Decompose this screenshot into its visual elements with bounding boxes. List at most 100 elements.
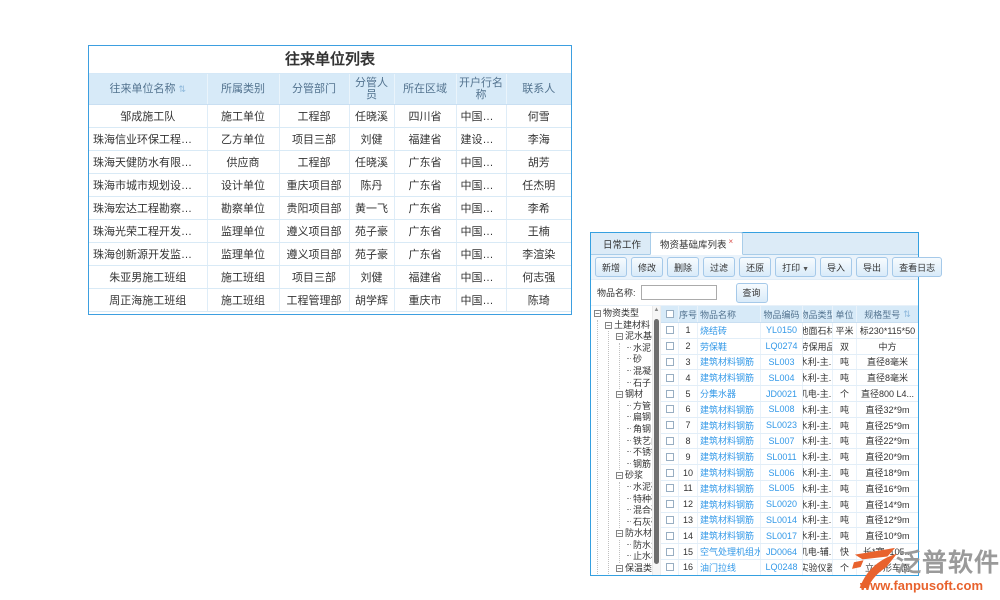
item-code-link[interactable]: SL004 — [761, 370, 803, 385]
item-name-link[interactable]: 分集水器 — [698, 386, 761, 401]
item-code-link[interactable]: LQ0248 — [761, 560, 803, 575]
manager-link[interactable]: 苑子豪 — [349, 242, 394, 265]
collapse-icon[interactable]: − — [605, 322, 612, 329]
item-name-input[interactable] — [641, 285, 717, 300]
sort-icon[interactable]: ⇅ — [178, 84, 186, 94]
manager-link[interactable]: 黄一飞 — [349, 196, 394, 219]
scrollbar-thumb[interactable] — [654, 319, 659, 564]
unit-name-link[interactable]: 珠海光荣工程开发建立有限... — [89, 219, 207, 242]
manager-link[interactable]: 刘健 — [349, 265, 394, 288]
item-name-link[interactable]: 烧结砖 — [698, 323, 761, 338]
collapse-icon[interactable]: − — [594, 310, 601, 317]
select-all-checkbox[interactable] — [666, 310, 674, 318]
item-name-link[interactable]: 建筑材料钢筋 — [698, 370, 761, 385]
row-checkbox[interactable] — [666, 516, 674, 524]
tab-daily-work[interactable]: 日常工作 — [594, 233, 650, 254]
item-name-link[interactable]: 建筑材料钢筋 — [698, 528, 761, 543]
toolbar-button-5[interactable]: 还原 — [739, 257, 771, 277]
row-checkbox[interactable] — [666, 405, 674, 413]
tree-scrollbar[interactable]: ▲ — [653, 306, 661, 575]
row-checkbox[interactable] — [666, 484, 674, 492]
query-button[interactable]: 查询 — [736, 283, 768, 303]
row-checkbox[interactable] — [666, 342, 674, 350]
item-name-link[interactable]: 建筑材料钢筋 — [698, 465, 761, 480]
tree-item[interactable]: −防水材料 — [616, 528, 652, 540]
item-code-link[interactable]: SL008 — [761, 402, 803, 417]
tree-item[interactable]: 角钢 — [627, 424, 652, 436]
contacts-column-header[interactable]: 所在区域 — [394, 74, 456, 104]
materials-column-header[interactable]: 物品名称 — [698, 306, 761, 322]
item-name-link[interactable]: 建筑材料钢筋 — [698, 497, 761, 512]
row-checkbox[interactable] — [666, 563, 674, 571]
unit-name-link[interactable]: 周正海施工班组 — [89, 288, 207, 311]
item-name-link[interactable]: 建筑材料钢筋 — [698, 418, 761, 433]
collapse-icon[interactable]: − — [616, 391, 623, 398]
tree-item[interactable]: 铁艺门 — [627, 436, 652, 448]
manager-link[interactable]: 苑子豪 — [349, 219, 394, 242]
item-code-link[interactable]: SL003 — [761, 355, 803, 370]
tree-item[interactable]: 防水涂料 — [627, 540, 652, 552]
item-name-link[interactable]: 建筑材料钢筋 — [698, 355, 761, 370]
tree-item[interactable]: −泥水基材 — [616, 331, 652, 343]
tree-item[interactable]: −土建材料 — [605, 320, 652, 332]
manager-link[interactable]: 陈丹 — [349, 173, 394, 196]
item-code-link[interactable]: SL0023 — [761, 418, 803, 433]
manager-link[interactable]: 任晓溪 — [349, 150, 394, 173]
toolbar-button-9[interactable]: 查看日志 — [892, 257, 942, 277]
item-name-link[interactable]: 建筑材料钢筋 — [698, 449, 761, 464]
collapse-icon[interactable]: − — [616, 472, 623, 479]
materials-column-header[interactable]: 序号 — [679, 306, 698, 322]
contacts-column-header[interactable]: 分管人员 — [349, 74, 394, 104]
scroll-up-icon[interactable]: ▲ — [653, 306, 660, 315]
item-code-link[interactable]: YL0150 — [761, 323, 803, 338]
unit-name-link[interactable]: 珠海天健防水有限公司 — [89, 150, 207, 173]
row-checkbox[interactable] — [666, 500, 674, 508]
item-code-link[interactable]: SL0014 — [761, 513, 803, 528]
unit-name-link[interactable]: 珠海创新源开发监理公司 — [89, 242, 207, 265]
item-code-link[interactable]: JD0064 — [761, 544, 803, 559]
item-name-link[interactable]: 建筑材料钢筋 — [698, 481, 761, 496]
item-code-link[interactable]: JD0021 — [761, 386, 803, 401]
row-checkbox[interactable] — [666, 421, 674, 429]
tab-close-icon[interactable]: × — [729, 237, 734, 246]
toolbar-button-3[interactable]: 删除 — [667, 257, 699, 277]
row-checkbox[interactable] — [666, 453, 674, 461]
tree-item[interactable]: 石子 — [627, 378, 652, 390]
tree-item[interactable]: 混凝土 — [627, 366, 652, 378]
tree-item[interactable]: 水泥砂浆 — [627, 482, 652, 494]
unit-name-link[interactable]: 珠海市城市规划设计院 — [89, 173, 207, 196]
item-code-link[interactable]: SL007 — [761, 434, 803, 449]
toolbar-button-7[interactable]: 导入 — [820, 257, 852, 277]
collapse-icon[interactable]: − — [616, 530, 623, 537]
tree-item[interactable]: −物资类型 — [594, 308, 652, 320]
unit-name-link[interactable]: 珠海宏达工程勘察管理公司 — [89, 196, 207, 219]
tree-item[interactable]: −钢材 — [616, 389, 652, 401]
collapse-icon[interactable]: − — [616, 565, 623, 572]
contacts-column-header[interactable]: 开户行名称 — [456, 74, 506, 104]
row-checkbox[interactable] — [666, 390, 674, 398]
row-checkbox[interactable] — [666, 358, 674, 366]
row-checkbox[interactable] — [666, 548, 674, 556]
item-code-link[interactable]: SL0011 — [761, 449, 803, 464]
materials-column-header[interactable]: 单位 — [833, 306, 857, 322]
manager-link[interactable]: 刘健 — [349, 127, 394, 150]
tree-item[interactable]: 石灰砂浆 — [627, 517, 652, 529]
row-checkbox[interactable] — [666, 437, 674, 445]
manager-link[interactable]: 胡学辉 — [349, 288, 394, 311]
row-checkbox[interactable] — [666, 469, 674, 477]
item-name-link[interactable]: 建筑材料钢筋 — [698, 434, 761, 449]
contacts-column-header[interactable]: 往来单位名称⇅ — [89, 74, 207, 104]
tree-item[interactable]: 方管 — [627, 401, 652, 413]
row-checkbox[interactable] — [666, 532, 674, 540]
item-name-link[interactable]: 劳保鞋 — [698, 339, 761, 354]
contacts-column-header[interactable]: 分管部门 — [279, 74, 349, 104]
toolbar-button-2[interactable]: 修改 — [631, 257, 663, 277]
tree-item[interactable]: 扁钢 — [627, 412, 652, 424]
unit-name-link[interactable]: 朱亚男施工班组 — [89, 265, 207, 288]
item-code-link[interactable]: SL0020 — [761, 497, 803, 512]
tree-item[interactable]: 水泥 — [627, 343, 652, 355]
tree-item[interactable]: 混合砂浆 — [627, 505, 652, 517]
item-name-link[interactable]: 油门拉线 — [698, 560, 761, 575]
tree-item[interactable]: 钢筋 — [627, 459, 652, 471]
manager-link[interactable]: 任晓溪 — [349, 104, 394, 127]
